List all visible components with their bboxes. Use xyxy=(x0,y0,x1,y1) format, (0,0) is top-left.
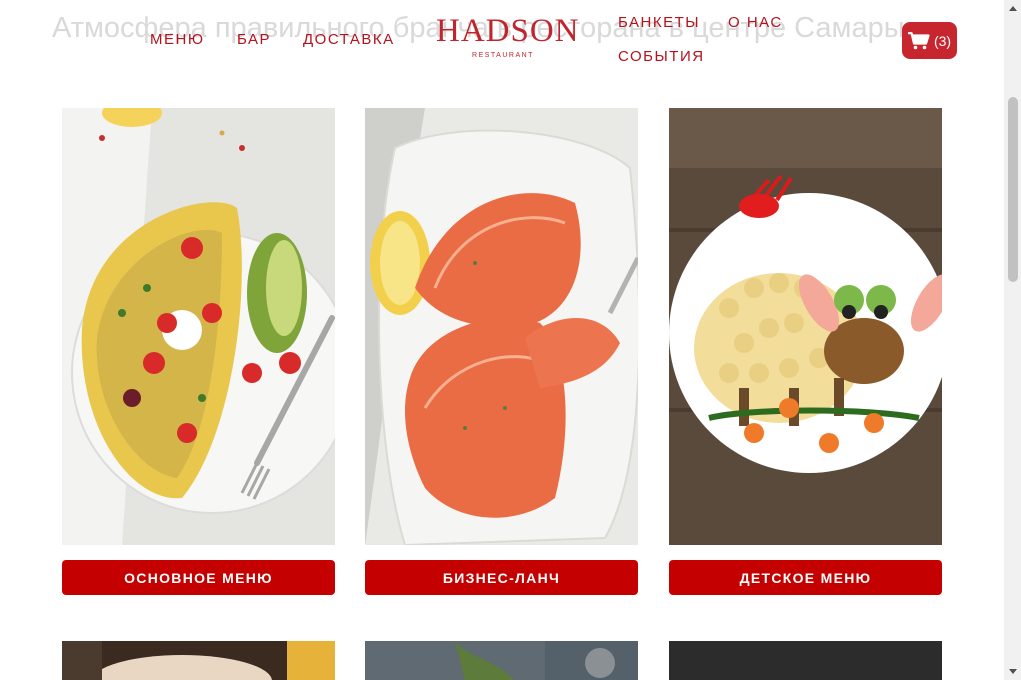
page-scrollbar[interactable] xyxy=(1004,0,1021,680)
menu-card-kids: ДЕТСКОЕ МЕНЮ xyxy=(669,108,942,595)
nav-bar-link[interactable]: БАР xyxy=(237,31,271,49)
nav-events-link[interactable]: СОБЫТИЯ xyxy=(618,48,705,66)
scroll-up-arrow-icon[interactable] xyxy=(1004,0,1021,17)
cart-button[interactable]: (3) xyxy=(902,22,957,59)
logo-subtitle: RESTAURANT xyxy=(472,52,534,59)
scrollbar-thumb[interactable] xyxy=(1008,97,1018,282)
menu-card-thumb-4[interactable] xyxy=(62,641,335,680)
business-lunch-button[interactable]: БИЗНЕС-ЛАНЧ xyxy=(365,560,638,595)
site-header: МЕНЮ БАР ДОСТАВКА HADSON RESTAURANT БАНК… xyxy=(0,0,1004,90)
nav-about-link[interactable]: О НАС xyxy=(728,14,783,32)
kids-menu-button[interactable]: ДЕТСКОЕ МЕНЮ xyxy=(669,560,942,595)
salmon-photo[interactable] xyxy=(365,108,638,545)
cart-count: (3) xyxy=(933,32,952,49)
menu-card-thumb-5[interactable] xyxy=(365,641,638,680)
nav-banquets-link[interactable]: БАНКЕТЫ xyxy=(618,14,700,32)
nav-menu-link[interactable]: МЕНЮ xyxy=(150,31,205,49)
menu-card-thumb-6[interactable] xyxy=(669,641,942,680)
omelette-photo[interactable] xyxy=(62,108,335,545)
site-logo[interactable]: HADSON RESTAURANT xyxy=(436,13,580,64)
cart-icon xyxy=(907,31,930,49)
logo-wordmark: HADSON xyxy=(436,13,580,49)
kids-pasta-photo[interactable] xyxy=(669,108,942,545)
menu-card-business-lunch: БИЗНЕС-ЛАНЧ xyxy=(365,108,638,595)
scroll-down-arrow-icon[interactable] xyxy=(1004,663,1021,680)
menu-card-main: ОСНОВНОЕ МЕНЮ xyxy=(62,108,335,595)
main-menu-button[interactable]: ОСНОВНОЕ МЕНЮ xyxy=(62,560,335,595)
page-viewport: Атмосфера правильного бранча в ресторана… xyxy=(0,0,1004,680)
nav-delivery-link[interactable]: ДОСТАВКА xyxy=(303,31,395,49)
